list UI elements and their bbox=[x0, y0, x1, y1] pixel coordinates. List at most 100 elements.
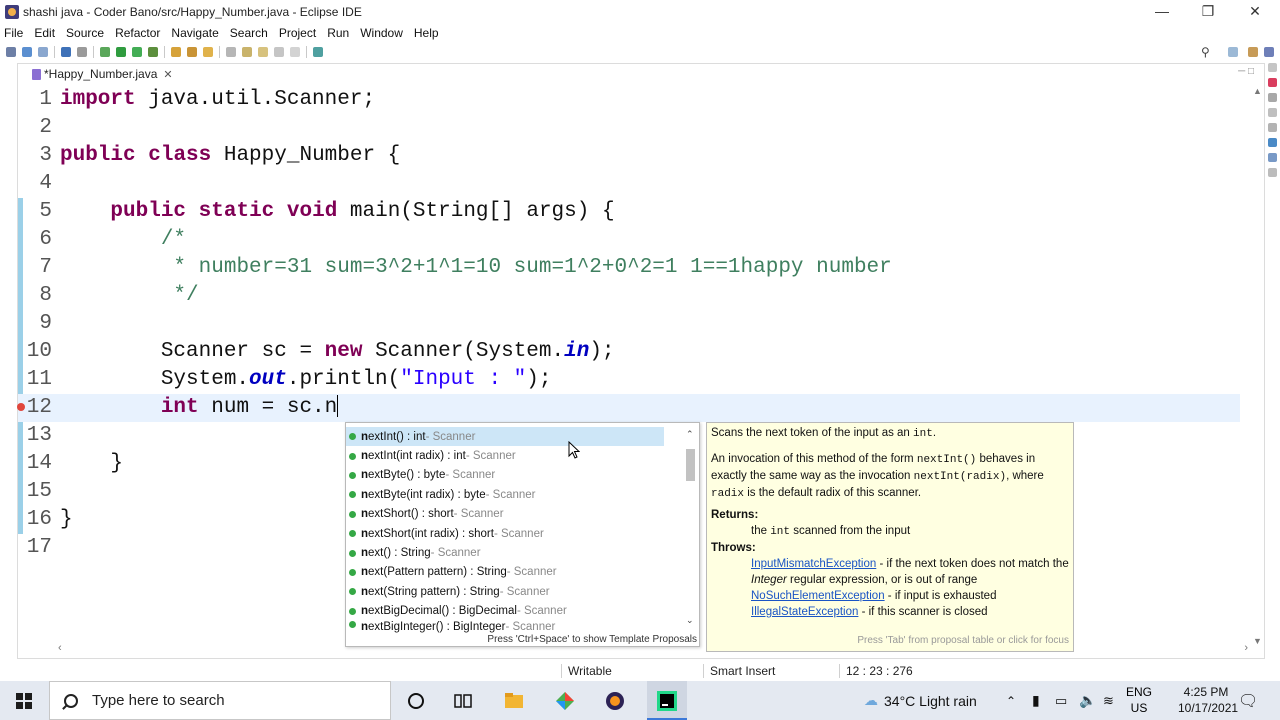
search-icon[interactable]: ⚲ bbox=[1201, 45, 1210, 59]
input-mismatch-link[interactable]: InputMismatchException bbox=[751, 558, 876, 570]
forward-icon[interactable] bbox=[290, 47, 300, 57]
battery-icon[interactable]: ▭ bbox=[1055, 681, 1067, 720]
code-line[interactable]: 11 System.out.println("Input : "); bbox=[18, 366, 1240, 394]
save-all-icon[interactable] bbox=[38, 47, 48, 57]
proposal-item[interactable]: n extShort(int radix) : short - Scanner bbox=[346, 524, 664, 543]
skip-breakpoints-icon[interactable] bbox=[77, 47, 87, 57]
file-explorer-icon[interactable] bbox=[503, 690, 525, 712]
microphone-icon[interactable]: ▮ bbox=[1032, 681, 1040, 720]
proposal-item[interactable]: n extShort() : short - Scanner bbox=[346, 505, 664, 524]
task-view-icon[interactable] bbox=[452, 690, 474, 712]
editor-view-menu[interactable]: ─ □ bbox=[1238, 66, 1254, 77]
javadoc-view-icon[interactable] bbox=[1268, 138, 1277, 147]
last-edit-icon[interactable] bbox=[258, 47, 268, 57]
proposal-item[interactable]: n ext(Pattern pattern) : String - Scanner bbox=[346, 563, 664, 582]
external-tools-icon[interactable] bbox=[148, 47, 158, 57]
tray-chevron-icon[interactable]: ⌃ bbox=[1006, 681, 1016, 720]
debug-view-icon[interactable] bbox=[1268, 78, 1277, 87]
line-number: 3 bbox=[39, 144, 52, 167]
tab-label: *Happy_Number.java bbox=[44, 67, 158, 81]
next-annotation-icon[interactable] bbox=[226, 47, 236, 57]
line-number: 4 bbox=[39, 172, 52, 195]
code-line[interactable]: 10 Scanner sc = new Scanner(System.in); bbox=[18, 338, 1240, 366]
code-line[interactable]: 12 int num = sc.n bbox=[18, 394, 1240, 422]
open-perspective-icon[interactable] bbox=[1228, 47, 1238, 57]
volume-icon[interactable]: 🔈 bbox=[1079, 681, 1096, 720]
tab-close-icon[interactable]: ✕ bbox=[163, 68, 172, 81]
wifi-icon[interactable]: ≋ bbox=[1103, 681, 1114, 720]
tab-happy-number[interactable]: *Happy_Number.java ✕ bbox=[18, 64, 181, 86]
doc-returns: the int scanned from the input bbox=[751, 525, 911, 538]
proposal-item[interactable]: n ext() : String - Scanner bbox=[346, 543, 664, 562]
pycharm-taskbar-button[interactable] bbox=[647, 681, 687, 720]
debug-icon[interactable] bbox=[100, 47, 110, 57]
error-marker-icon[interactable] bbox=[17, 403, 25, 411]
taskbar-clock[interactable]: 4:25 PM 10/17/2021 bbox=[1178, 684, 1238, 716]
menu-navigate[interactable]: Navigate bbox=[171, 26, 218, 40]
windows-start-icon[interactable] bbox=[16, 693, 32, 709]
java-perspective-icon[interactable] bbox=[1264, 47, 1274, 57]
proposal-item[interactable]: n extBigInteger() : BigInteger - Scanner bbox=[346, 620, 664, 633]
new-class-icon[interactable] bbox=[187, 47, 197, 57]
illegal-state-link[interactable]: IllegalStateException bbox=[751, 606, 858, 618]
task-list-icon[interactable] bbox=[1268, 108, 1277, 117]
declaration-view-icon[interactable] bbox=[1268, 153, 1277, 162]
coverage-icon[interactable] bbox=[132, 47, 142, 57]
console-view-icon[interactable] bbox=[1268, 168, 1277, 177]
pin-editor-icon[interactable] bbox=[313, 47, 323, 57]
menu-window[interactable]: Window bbox=[360, 26, 403, 40]
menu-refactor[interactable]: Refactor bbox=[115, 26, 160, 40]
cortana-icon[interactable] bbox=[405, 690, 427, 712]
proposal-list[interactable]: n extInt() : int - Scanner n extInt(int rad… bbox=[346, 427, 664, 633]
menu-project[interactable]: Project bbox=[279, 26, 316, 40]
app-diamond-icon[interactable] bbox=[554, 690, 576, 712]
menu-run[interactable]: Run bbox=[327, 26, 349, 40]
back-icon[interactable] bbox=[274, 47, 284, 57]
previous-annotation-icon[interactable] bbox=[242, 47, 252, 57]
save-icon[interactable] bbox=[22, 47, 32, 57]
close-button[interactable]: ✕ bbox=[1232, 0, 1278, 24]
menu-file[interactable]: File bbox=[4, 26, 23, 40]
terminal-icon[interactable] bbox=[61, 47, 71, 57]
java-ee-perspective-icon[interactable] bbox=[1248, 47, 1258, 57]
input-language[interactable]: ENG US bbox=[1122, 684, 1156, 716]
problems-view-icon[interactable] bbox=[1268, 123, 1277, 132]
code-line[interactable]: 6 /* bbox=[18, 226, 1240, 254]
restore-button[interactable]: ❐ bbox=[1185, 0, 1231, 24]
editor-vertical-scrollbar[interactable]: ▲ ▼ bbox=[1252, 86, 1264, 646]
code-line[interactable]: 4 bbox=[18, 170, 1240, 198]
proposal-item[interactable]: n extByte(int radix) : byte - Scanner bbox=[346, 485, 664, 504]
proposal-item[interactable]: n ext(String pattern) : String - Scanner bbox=[346, 582, 664, 601]
weather-widget[interactable]: ☁ 34°C Light rain bbox=[864, 681, 977, 720]
code-line[interactable]: 3 public class Happy_Number { bbox=[18, 142, 1240, 170]
doc-throws-2: NoSuchElementException - if input is exh… bbox=[751, 590, 997, 602]
proposal-item[interactable]: n extBigDecimal() : BigDecimal - Scanner bbox=[346, 602, 664, 621]
taskbar-search-box[interactable]: Type here to search bbox=[49, 681, 391, 720]
code-line[interactable]: 5 public static void main(String[] args)… bbox=[18, 198, 1240, 226]
notifications-icon[interactable]: 🗨 bbox=[1238, 681, 1258, 720]
menu-search[interactable]: Search bbox=[230, 26, 268, 40]
code-line[interactable]: 9 bbox=[18, 310, 1240, 338]
proposal-item[interactable]: n extInt() : int - Scanner bbox=[346, 427, 664, 447]
minimize-button[interactable]: — bbox=[1139, 0, 1185, 24]
main-toolbar: ⚲ bbox=[0, 43, 1280, 61]
restore-icon[interactable] bbox=[1268, 63, 1277, 72]
menu-help[interactable]: Help bbox=[414, 26, 439, 40]
no-such-element-link[interactable]: NoSuchElementException bbox=[751, 590, 885, 602]
code-line[interactable]: 1 import java.util.Scanner; bbox=[18, 86, 1240, 114]
menu-edit[interactable]: Edit bbox=[34, 26, 55, 40]
proposal-item[interactable]: n extInt(int radix) : int - Scanner bbox=[346, 446, 664, 465]
code-line[interactable]: 2 bbox=[18, 114, 1240, 142]
code-line[interactable]: 7 * number=31 sum=3^2+1^1=10 sum=1^2+0^2… bbox=[18, 254, 1240, 282]
proposal-item[interactable]: n extByte() : byte - Scanner bbox=[346, 466, 664, 485]
code-line[interactable]: 8 */ bbox=[18, 282, 1240, 310]
menu-source[interactable]: Source bbox=[66, 26, 104, 40]
new-package-icon[interactable] bbox=[171, 47, 181, 57]
open-type-icon[interactable] bbox=[203, 47, 213, 57]
outline-view-icon[interactable] bbox=[1268, 93, 1277, 102]
run-icon[interactable] bbox=[116, 47, 126, 57]
eclipse-taskbar-icon[interactable] bbox=[604, 690, 626, 712]
javadoc-hover[interactable]: Scans the next token of the input as an … bbox=[706, 422, 1074, 652]
proposal-scrollbar[interactable]: ⌃ ⌄ bbox=[684, 427, 698, 627]
new-icon[interactable] bbox=[6, 47, 16, 57]
